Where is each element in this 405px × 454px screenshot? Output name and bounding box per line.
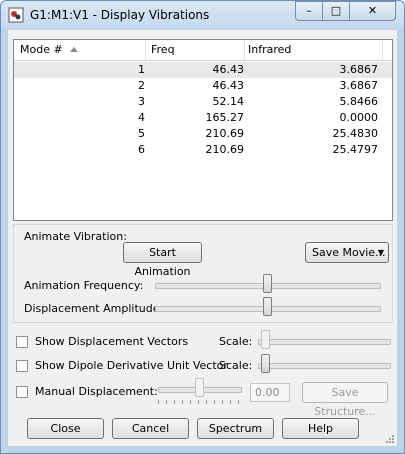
resize-grip-icon[interactable] — [385, 434, 395, 444]
animate-vibration-label: Animate Vibration: — [24, 230, 127, 243]
display-vibrations-window: G1:M1:V1 - Display Vibrations – □ ✕ Mode… — [0, 0, 405, 454]
infrared-cell: 25.4830 — [332, 127, 379, 140]
infrared-cell: 3.6867 — [339, 79, 379, 92]
infrared-cell: 25.4797 — [332, 143, 379, 156]
displacement-amplitude-slider[interactable] — [263, 297, 272, 316]
cancel-button[interactable]: Cancel — [112, 418, 189, 439]
maximize-button[interactable]: □ — [322, 1, 350, 21]
modes-table[interactable]: Mode # Freq Infrared 1 46.43 3.6867 2 46.43 3… — [13, 39, 393, 221]
show-displacement-vectors-checkbox[interactable] — [16, 336, 28, 348]
mode-cell: 3 — [138, 95, 145, 108]
dipole-scale-label: Scale: — [219, 359, 253, 372]
slider-tick — [182, 400, 183, 404]
table-row[interactable]: 1 46.43 3.6867 — [14, 62, 392, 78]
minimize-button[interactable]: – — [295, 1, 323, 21]
dialog-body: Mode # Freq Infrared 1 46.43 3.6867 2 46.43 3… — [8, 30, 397, 446]
close-button[interactable]: Close — [27, 418, 104, 439]
column-header-infrared[interactable]: Infrared — [248, 43, 291, 56]
animation-frequency-slider[interactable] — [263, 274, 272, 293]
manual-displacement-value[interactable]: 0.00 — [250, 383, 290, 402]
dropdown-arrow-icon: ▼ — [377, 248, 384, 257]
mode-cell: 6 — [138, 143, 145, 156]
slider-tick — [214, 400, 215, 404]
sort-ascending-icon — [70, 47, 78, 52]
title-bar: G1:M1:V1 - Display Vibrations – □ ✕ — [1, 1, 404, 29]
infrared-cell: 5.8466 — [339, 95, 379, 108]
mode-cell: 1 — [138, 63, 145, 76]
dipole-scale-track[interactable] — [258, 363, 391, 369]
slider-tick — [230, 400, 231, 404]
gaussview-app-icon — [8, 7, 24, 23]
animation-frequency-label: Animation Frequency: — [24, 279, 144, 292]
animate-vibration-group: Animate Vibration: Start Animation Save … — [13, 224, 393, 323]
slider-tick — [198, 400, 199, 404]
freq-cell: 210.69 — [205, 143, 245, 156]
table-row[interactable]: 2 46.43 3.6867 — [14, 78, 392, 94]
table-row[interactable]: 3 52.14 5.8466 — [14, 94, 392, 110]
save-movie-label: Save Movie... — [312, 246, 386, 259]
freq-cell: 210.69 — [205, 127, 245, 140]
slider-tick — [222, 400, 223, 404]
infrared-cell: 0.0000 — [339, 111, 379, 124]
column-divider[interactable] — [382, 40, 383, 60]
spectrum-button[interactable]: Spectrum — [197, 418, 274, 439]
window-title: G1:M1:V1 - Display Vibrations — [30, 8, 210, 22]
mode-cell: 4 — [138, 111, 145, 124]
slider-tick — [166, 400, 167, 404]
mode-cell: 2 — [138, 79, 145, 92]
column-divider[interactable] — [145, 40, 146, 60]
column-divider[interactable] — [244, 40, 245, 60]
displacement-scale-slider[interactable] — [260, 330, 270, 349]
freq-cell: 165.27 — [205, 111, 245, 124]
maximize-icon: □ — [330, 4, 342, 17]
show-dipole-derivative-checkbox[interactable] — [16, 360, 28, 372]
infrared-cell: 3.6867 — [339, 63, 379, 76]
slider-tick — [158, 400, 159, 404]
minimize-icon: – — [306, 4, 312, 17]
manual-displacement-ticks — [158, 400, 240, 405]
close-icon: ✕ — [367, 4, 378, 17]
mode-cell: 5 — [138, 127, 145, 140]
table-row[interactable]: 5 210.69 25.4830 — [14, 126, 392, 142]
displacement-scale-track[interactable] — [258, 339, 391, 345]
freq-cell: 46.43 — [212, 79, 245, 92]
freq-cell: 52.14 — [212, 95, 245, 108]
manual-displacement-slider[interactable] — [195, 378, 204, 397]
slider-tick — [174, 400, 175, 404]
displacement-amplitude-label: Displacement Amplitude: — [24, 302, 164, 315]
dipole-scale-slider[interactable] — [260, 354, 270, 373]
close-window-button[interactable]: ✕ — [349, 1, 396, 21]
column-header-freq[interactable]: Freq — [151, 43, 175, 56]
manual-displacement-label: Manual Displacement: — [35, 385, 158, 398]
save-structure-button[interactable]: Save Structure... — [302, 382, 388, 418]
manual-displacement-checkbox[interactable] — [16, 386, 28, 398]
start-animation-button[interactable]: Start Animation — [123, 242, 202, 278]
table-row[interactable]: 4 165.27 0.0000 — [14, 110, 392, 126]
table-header: Mode # Freq Infrared — [14, 40, 392, 61]
show-dipole-derivative-label: Show Dipole Derivative Unit Vector — [35, 359, 228, 372]
displacement-scale-label: Scale: — [219, 335, 253, 348]
table-row[interactable]: 6 210.69 25.4797 — [14, 142, 392, 158]
save-movie-button[interactable]: Save Movie... ▼ — [305, 242, 389, 263]
slider-tick — [190, 400, 191, 404]
help-button[interactable]: Help — [282, 418, 359, 439]
slider-tick — [206, 400, 207, 404]
slider-tick — [238, 400, 239, 404]
show-displacement-vectors-label: Show Displacement Vectors — [35, 335, 189, 348]
freq-cell: 46.43 — [212, 63, 245, 76]
column-header-mode[interactable]: Mode # — [20, 43, 63, 56]
